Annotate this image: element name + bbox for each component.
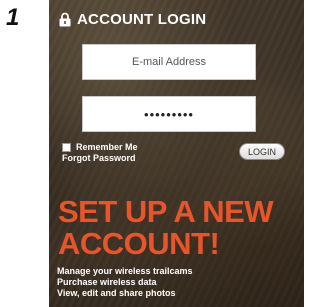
email-input[interactable] (83, 45, 255, 79)
signup-heading-line-1: SET UP A NEW (58, 194, 274, 229)
signup-benefits-list: Manage your wireless trailcams Purchase … (57, 266, 193, 299)
list-item: View, edit and share photos (57, 288, 176, 298)
step-number: 1 (6, 4, 20, 31)
password-field[interactable] (82, 96, 256, 132)
email-field[interactable] (82, 44, 256, 80)
login-panel: ACCOUNT LOGIN Remember Me Forgot Passwor… (49, 0, 304, 307)
login-header: ACCOUNT LOGIN (59, 9, 206, 29)
checkbox-icon[interactable] (62, 142, 71, 152)
signup-heading-line-2: ACCOUNT! (58, 226, 220, 261)
password-input[interactable] (83, 97, 255, 131)
login-title: ACCOUNT LOGIN (77, 10, 207, 28)
forgot-password-link[interactable]: Forgot Password (62, 153, 136, 163)
list-item: Manage your wireless trailcams (57, 266, 193, 276)
remember-me-label: Remember Me (76, 142, 138, 152)
lock-icon (59, 12, 71, 26)
signup-heading[interactable]: SET UP A NEW ACCOUNT! (58, 196, 298, 260)
list-item: Purchase wireless data (57, 277, 157, 287)
remember-me-row[interactable]: Remember Me (62, 141, 138, 153)
login-button[interactable]: LOGIN (239, 143, 285, 160)
